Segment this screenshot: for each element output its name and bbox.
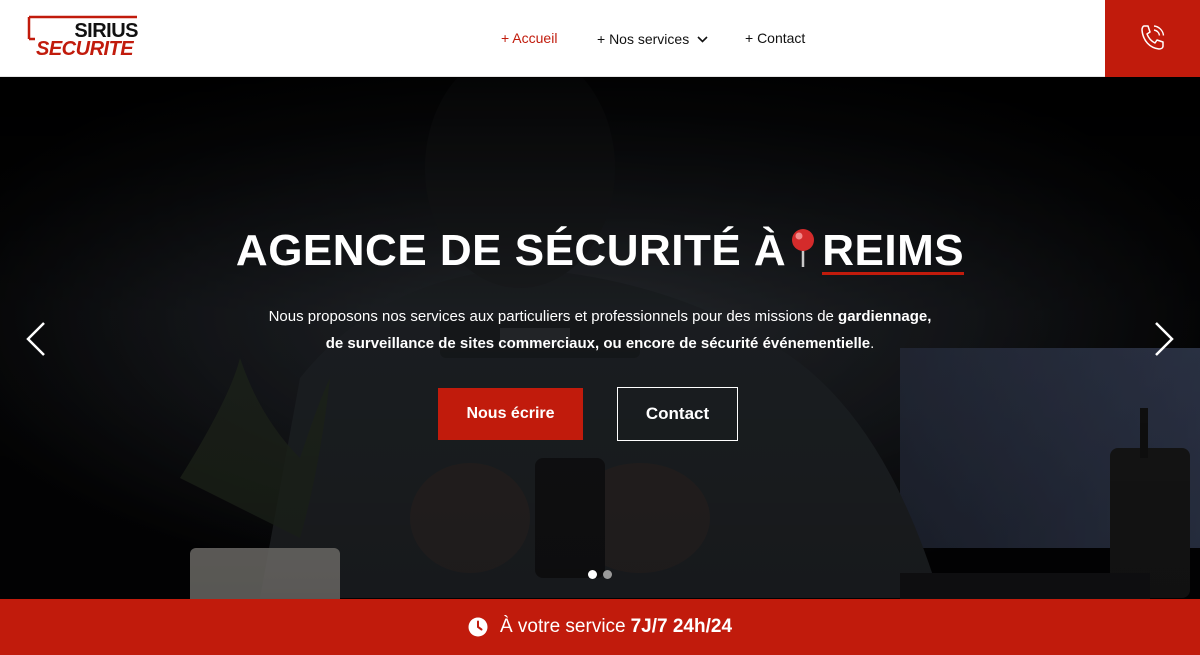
hero-title: AGENCE DE SÉCURITÉ À REIMS [0, 226, 1200, 276]
nav-item-accueil[interactable]: + Accueil [501, 29, 557, 47]
clock-icon [468, 617, 488, 637]
write-us-button[interactable]: Nous écrire [438, 388, 583, 440]
main-nav: + Accueil + Nos services + Contact [0, 0, 1100, 77]
map-pin-icon [788, 227, 818, 269]
hero-text-end: . [870, 335, 875, 352]
nav-item-services[interactable]: + Nos services [597, 29, 708, 48]
phone-button[interactable] [1105, 0, 1200, 77]
nav-item-services-label: + Nos services [597, 31, 690, 47]
hero-text-bold-1: gardiennage, [838, 308, 932, 325]
hero-description-line-2: de surveillance de sites commerciaux, ou… [0, 330, 1200, 357]
slider-dots [588, 570, 612, 579]
hero-text-bold-2: de surveillance de sites commerciaux, ou… [325, 335, 871, 352]
site-header: SIRIUS SECURITE + Accueil + Nos services… [0, 0, 1200, 77]
hero-title-prefix: AGENCE DE SÉCURITÉ À [235, 226, 787, 275]
availability-bar: À votre service 7J/7 24h/24 [0, 599, 1200, 655]
slider-dot-1[interactable] [588, 570, 597, 579]
hero-description-line-1: Nous proposons nos services aux particul… [0, 303, 1200, 330]
chevron-right-icon [1155, 322, 1174, 356]
slider-next-button[interactable] [1152, 321, 1176, 362]
availability-highlight: 7J/7 24h/24 [630, 616, 733, 637]
phone-call-icon [1141, 25, 1165, 50]
hero-slider: AGENCE DE SÉCURITÉ À REIMS Nous proposons… [0, 78, 1200, 599]
nav-item-contact[interactable]: + Contact [745, 29, 805, 47]
hero-text-plain: Nous proposons nos services aux particul… [268, 308, 839, 325]
slider-prev-button[interactable] [24, 321, 48, 362]
chevron-down-icon [697, 29, 708, 47]
availability-text: À votre service [499, 616, 626, 637]
availability-content: À votre service 7J/7 24h/24 [0, 599, 1200, 655]
slider-dot-2[interactable] [603, 570, 612, 579]
chevron-left-icon [26, 322, 45, 356]
hero-title-city: REIMS [822, 226, 965, 275]
contact-button[interactable]: Contact [617, 387, 738, 441]
hero-description: Nous proposons nos services aux particul… [0, 303, 1200, 357]
